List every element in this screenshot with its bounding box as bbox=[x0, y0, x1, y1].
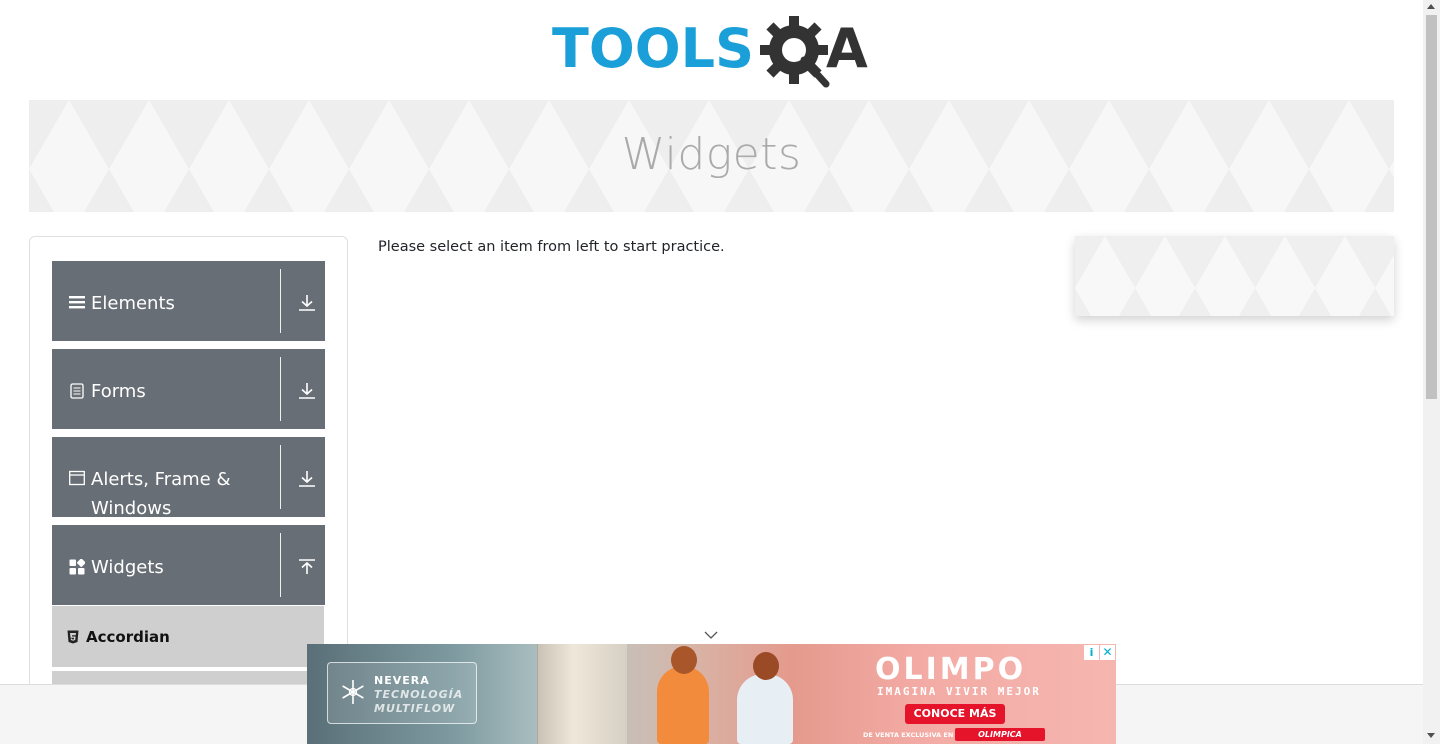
scrollbar-thumb[interactable] bbox=[1426, 15, 1437, 399]
html5-icon bbox=[67, 630, 79, 644]
sidebar-group-label: Widgets bbox=[91, 557, 164, 578]
divider bbox=[280, 533, 281, 597]
snowflake-icon bbox=[342, 680, 364, 704]
ad-person-image bbox=[737, 652, 793, 744]
scroll-up-arrow-icon[interactable] bbox=[1427, 4, 1435, 9]
ad-product-box: NEVERA TECNOLOGÍA MULTIFLOW bbox=[327, 662, 477, 724]
expand-arrow-icon[interactable] bbox=[297, 293, 317, 313]
ad-line-3: MULTIFLOW bbox=[374, 702, 456, 715]
ad-tagline: IMAGINA VIVIR MEJOR bbox=[877, 685, 1041, 698]
bottom-ad-banner[interactable]: NEVERA TECNOLOGÍA MULTIFLOW OLIMPO IMAGI… bbox=[307, 644, 1116, 744]
window-icon bbox=[69, 470, 85, 486]
vertical-scrollbar[interactable] bbox=[1423, 0, 1440, 744]
document-icon bbox=[70, 383, 84, 399]
ad-info-icon[interactable]: i bbox=[1084, 645, 1099, 660]
ad-retailer-logo: OLIMPICA bbox=[955, 728, 1045, 741]
sidebar-item-label: Accordian bbox=[86, 628, 170, 646]
right-ad-placeholder bbox=[1075, 236, 1394, 316]
toolsqa-logo[interactable]: TOOLS A QA bbox=[552, 14, 876, 92]
ad-fridge-image bbox=[537, 644, 627, 744]
sidebar-item-accordian[interactable]: Accordian bbox=[52, 606, 324, 669]
collapse-arrow-icon[interactable] bbox=[297, 557, 317, 577]
ad-line-2: TECNOLOGÍA bbox=[374, 688, 464, 701]
sidebar-group-label: Elements bbox=[91, 293, 175, 314]
gear-icon bbox=[760, 16, 830, 88]
divider bbox=[280, 269, 281, 333]
expand-arrow-icon[interactable] bbox=[297, 381, 317, 401]
site-header: TOOLS A QA bbox=[0, 0, 1423, 100]
ad-close-icon[interactable]: ✕ bbox=[1100, 645, 1115, 660]
left-navigation-panel: Elements Forms Alerts, Frame & Windows W… bbox=[29, 236, 348, 711]
ad-brand: OLIMPO bbox=[875, 652, 1027, 687]
ad-fine-print: DE VENTA EXCLUSIVA EN bbox=[863, 731, 954, 739]
instruction-text: Please select an item from left to start… bbox=[378, 239, 725, 255]
page-title: Widgets bbox=[621, 128, 802, 180]
divider bbox=[280, 445, 281, 509]
ad-person-image bbox=[657, 646, 709, 744]
ad-line-1: NEVERA bbox=[374, 674, 430, 687]
scroll-down-arrow-icon[interactable] bbox=[1427, 733, 1435, 738]
expand-arrow-icon[interactable] bbox=[297, 469, 317, 489]
chevron-down-icon[interactable] bbox=[703, 630, 719, 640]
page-banner: Widgets bbox=[29, 100, 1394, 212]
logo-text-tools: TOOLS bbox=[552, 17, 752, 80]
sidebar-group-label: Forms bbox=[91, 381, 146, 402]
sidebar-group-alerts-frame-windows[interactable]: Alerts, Frame & Windows bbox=[52, 437, 325, 519]
widgets-icon bbox=[69, 559, 85, 575]
sidebar-group-elements[interactable]: Elements bbox=[52, 261, 325, 341]
menu-icon bbox=[69, 296, 85, 309]
logo-text-a: A bbox=[826, 17, 868, 80]
divider bbox=[280, 357, 281, 421]
sidebar-group-forms[interactable]: Forms bbox=[52, 349, 325, 429]
sidebar-group-widgets[interactable]: Widgets bbox=[52, 525, 325, 605]
sidebar-group-label: Alerts, Frame & Windows bbox=[91, 469, 231, 519]
ad-cta-button[interactable]: CONOCE MÁS bbox=[905, 704, 1005, 724]
